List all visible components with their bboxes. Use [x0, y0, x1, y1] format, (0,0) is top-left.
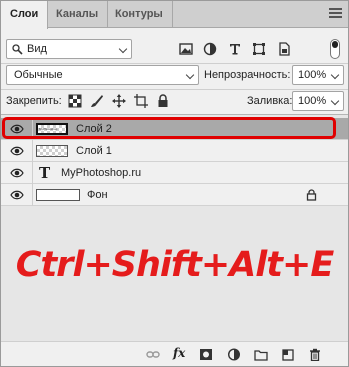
- adjustment-filter-icon[interactable]: [202, 41, 218, 57]
- lock-transparency-icon[interactable]: [68, 94, 82, 108]
- folder-icon[interactable]: [254, 348, 268, 361]
- fill-value: 100%: [298, 95, 327, 107]
- layer-name[interactable]: MyPhotoshop.ru: [61, 167, 141, 179]
- chevron-down-icon: [330, 70, 340, 80]
- layer-name[interactable]: Фон: [87, 189, 108, 201]
- divider: [1, 89, 348, 90]
- layer-thumbnail: [36, 145, 68, 157]
- layers-list: MyPhotoshop Слой 2 Слой 1 T MyPhotoshop.…: [1, 115, 348, 341]
- fx-icon[interactable]: fx: [173, 346, 185, 360]
- layer-row-background[interactable]: Фон: [1, 184, 348, 206]
- filter-kind-label: Вид: [27, 43, 47, 55]
- divider: [32, 184, 33, 206]
- shortcut-caption: Ctrl+Shift+Alt+E: [15, 245, 334, 285]
- chevron-down-icon: [185, 70, 195, 80]
- search-icon: [12, 44, 23, 55]
- new-layer-icon[interactable]: [281, 348, 295, 361]
- lock-pixels-icon[interactable]: [90, 94, 104, 108]
- mask-icon[interactable]: [199, 348, 213, 361]
- type-filter-icon[interactable]: [227, 41, 243, 57]
- layer-name[interactable]: Слой 1: [76, 145, 112, 157]
- divider: [32, 140, 33, 162]
- eye-icon[interactable]: [10, 145, 24, 157]
- shape-filter-icon[interactable]: [251, 41, 267, 57]
- lock-all-icon[interactable]: [156, 94, 170, 108]
- filter-toggle[interactable]: [330, 39, 340, 59]
- layer-row-text[interactable]: T MyPhotoshop.ru: [1, 162, 348, 184]
- selection-highlight: [2, 117, 336, 139]
- tab-layers[interactable]: Слои: [1, 1, 49, 29]
- trash-icon[interactable]: [308, 348, 322, 361]
- opacity-value: 100%: [298, 69, 327, 81]
- fill-label: Заливка:: [247, 95, 293, 107]
- tab-bar: Слои Каналы Контуры: [1, 1, 348, 29]
- layers-panel: Слои Каналы Контуры Вид Обычные Непрозра…: [0, 0, 349, 367]
- eye-icon[interactable]: [10, 167, 24, 179]
- tab-paths[interactable]: Контуры: [106, 1, 173, 28]
- layer-thumbnail: [36, 189, 80, 201]
- lock-artboard-icon[interactable]: [134, 94, 148, 108]
- blend-mode-value: Обычные: [14, 69, 63, 81]
- text-layer-icon: T: [39, 164, 51, 182]
- lock-label: Закрепить:: [6, 95, 62, 107]
- chevron-down-icon: [118, 44, 128, 54]
- chevron-down-icon: [330, 96, 340, 106]
- fill-field[interactable]: 100%: [292, 91, 344, 111]
- lock-position-icon[interactable]: [112, 94, 126, 108]
- opacity-field[interactable]: 100%: [292, 65, 344, 85]
- panel-menu-icon[interactable]: [329, 8, 342, 20]
- layer-row-layer-1[interactable]: Слой 1: [1, 140, 348, 162]
- blend-mode-select[interactable]: Обычные: [6, 65, 199, 85]
- link-layers-icon[interactable]: [146, 348, 160, 361]
- image-filter-icon[interactable]: [178, 41, 194, 57]
- eye-icon[interactable]: [10, 189, 24, 201]
- smart-object-filter-icon[interactable]: [276, 41, 292, 57]
- tab-channels[interactable]: Каналы: [47, 1, 109, 28]
- adjustment-layer-icon[interactable]: [227, 348, 241, 361]
- divider: [32, 162, 33, 184]
- layers-bottom-bar: fx: [1, 341, 348, 366]
- lock-icon: [306, 189, 317, 201]
- divider: [1, 63, 348, 64]
- filter-kind-select[interactable]: Вид: [6, 39, 132, 59]
- opacity-label: Непрозрачность:: [204, 69, 291, 81]
